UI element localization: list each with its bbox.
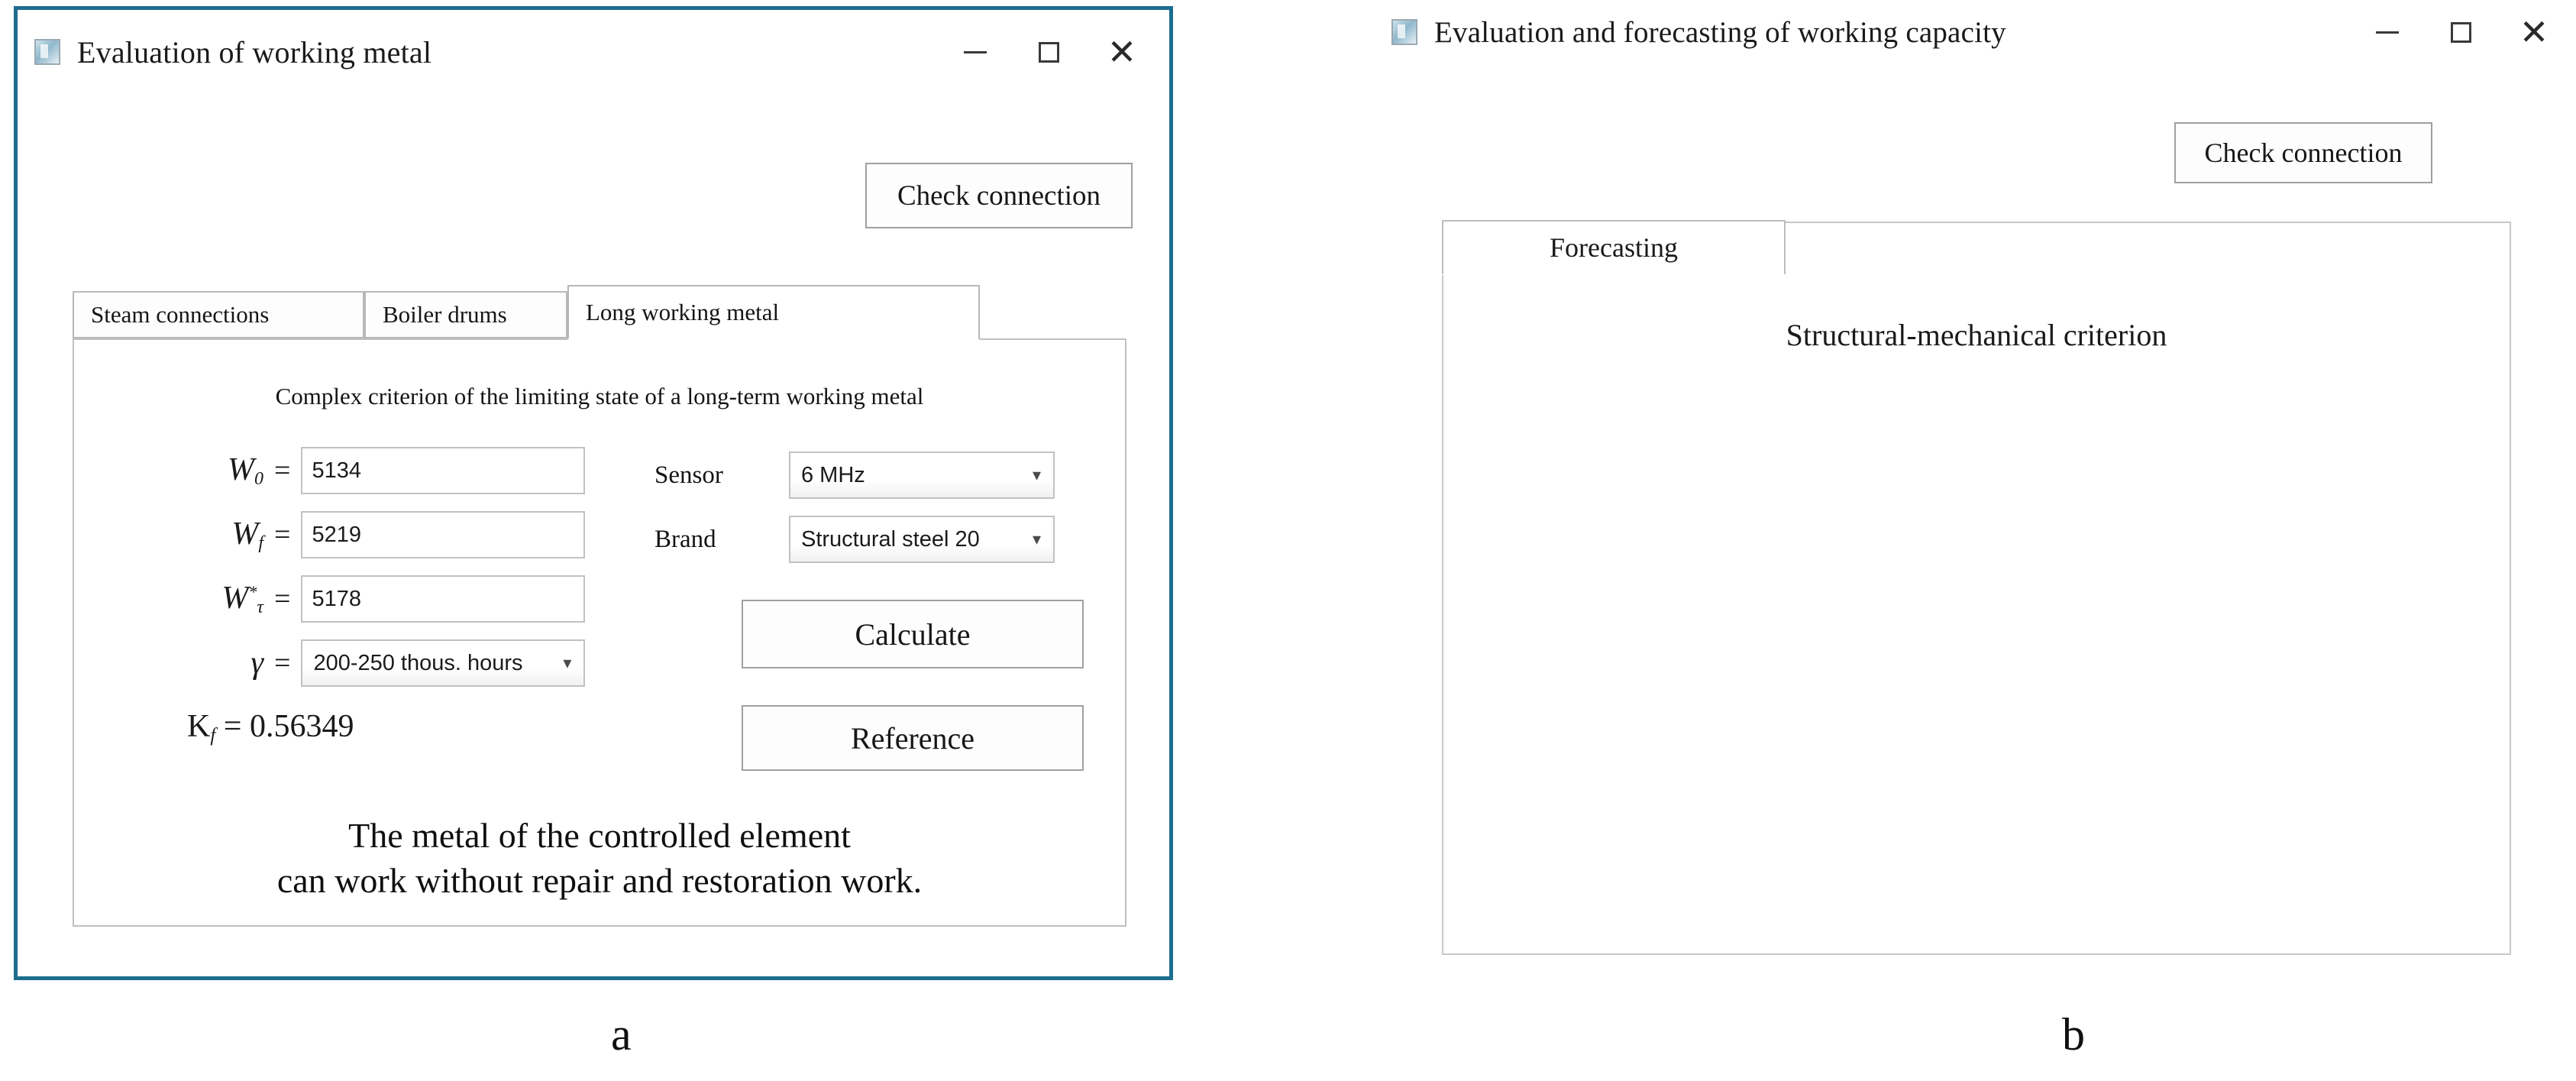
reference-button-a[interactable]: Reference [742,705,1084,771]
check-connection-button-a[interactable]: Check connection [865,163,1133,228]
tab-long-working-metal[interactable]: Long working metal [567,285,980,340]
chevron-down-icon-gamma: ▾ [563,653,572,672]
tab-steam-connections[interactable]: Steam connections [73,291,364,338]
field-row-w0: W0 = 5134 [172,447,586,494]
label-gamma: γ [250,646,263,681]
gamma-dropdown-value: 200-250 thous. hours [313,650,523,675]
equals-wtau: = [274,583,291,615]
equals-w0: = [274,455,291,487]
chevron-down-icon-brand-a: ▾ [1032,529,1041,549]
close-icon-a[interactable]: ✕ [1085,20,1159,84]
result-kf-symbol: K [187,709,211,744]
titlebar-a: Evaluation of working metal ✕ [18,10,1169,94]
window-title-a: Evaluation of working metal [77,34,432,70]
chevron-down-icon-sensor-a: ▾ [1032,465,1041,484]
brand-dropdown-a[interactable]: Structural steel 20 ▾ [789,516,1055,563]
window-controls-b: ✕ [2351,0,2571,64]
minimize-button-b[interactable] [2351,0,2424,64]
field-row-sensor-a: Sensor 6 MHz ▾ [655,451,1055,499]
titlebar-b: Evaluation and forecasting of working ca… [1375,0,2575,64]
label-wf: Wf [231,516,263,553]
maximize-button-b[interactable] [2424,0,2497,64]
window-controls-a: ✕ [939,10,1159,94]
field-row-gamma: γ = 200-250 thous. hours ▾ [172,639,586,687]
result-kf-value: = 0.56349 [223,709,354,744]
window-evaluation-of-working-metal: Evaluation of working metal ✕ Check conn… [14,6,1173,980]
check-connection-button-b[interactable]: Check connection [2174,122,2432,183]
result-message-line1: The metal of the controlled element [348,816,851,855]
input-w0[interactable]: 5134 [301,447,586,494]
tabpanel-long-working-metal: Complex criterion of the limiting state … [73,338,1126,927]
label-w0: W0 [228,452,263,489]
field-row-wtau: W*τ = 5178 [172,575,586,623]
app-icon-b [1391,19,1417,45]
equals-wf: = [274,519,291,551]
label-brand-a: Brand [655,525,716,553]
app-icon [34,39,60,65]
brand-dropdown-value-a: Structural steel 20 [801,526,980,552]
field-row-wf: Wf = 5219 [172,511,586,558]
window-evaluation-and-forecasting: Evaluation and forecasting of working ca… [1375,0,2575,986]
tabstrip-a: Steam connections Boiler drums Long work… [73,285,1126,340]
tab-boiler-drums[interactable]: Boiler drums [364,291,567,338]
criterion-heading-a: Complex criterion of the limiting state … [275,383,924,409]
label-sensor-a: Sensor [655,461,723,489]
caption-b: b [2062,1009,2085,1060]
tab-forecasting[interactable]: Forecasting [1442,220,1786,275]
window-title-b: Evaluation and forecasting of working ca… [1434,15,2006,49]
input-wf[interactable]: 5219 [301,511,586,558]
calculate-button-a[interactable]: Calculate [742,600,1084,668]
sensor-dropdown-value-a: 6 MHz [801,462,865,487]
sensor-dropdown-a[interactable]: 6 MHz ▾ [789,451,1055,499]
result-message-line2: can work without repair and restoration … [276,860,923,900]
criterion-heading-b: Structural-mechanical criterion [1786,318,2167,352]
field-row-brand-a: Brand Structural steel 20 ▾ [655,516,1055,563]
label-wtau: W*τ [221,581,263,617]
minimize-button-a[interactable] [939,20,1012,84]
gamma-dropdown[interactable]: 200-250 thous. hours ▾ [301,639,586,687]
result-message-a: The metal of the controlled element can … [74,814,1125,904]
result-kf: Kf = 0.56349 [187,709,354,746]
caption-a: a [611,1009,632,1060]
close-icon-b[interactable]: ✕ [2497,0,2571,64]
maximize-button-a[interactable] [1012,20,1085,84]
equals-gamma: = [274,647,291,679]
input-wtau[interactable]: 5178 [301,575,586,623]
